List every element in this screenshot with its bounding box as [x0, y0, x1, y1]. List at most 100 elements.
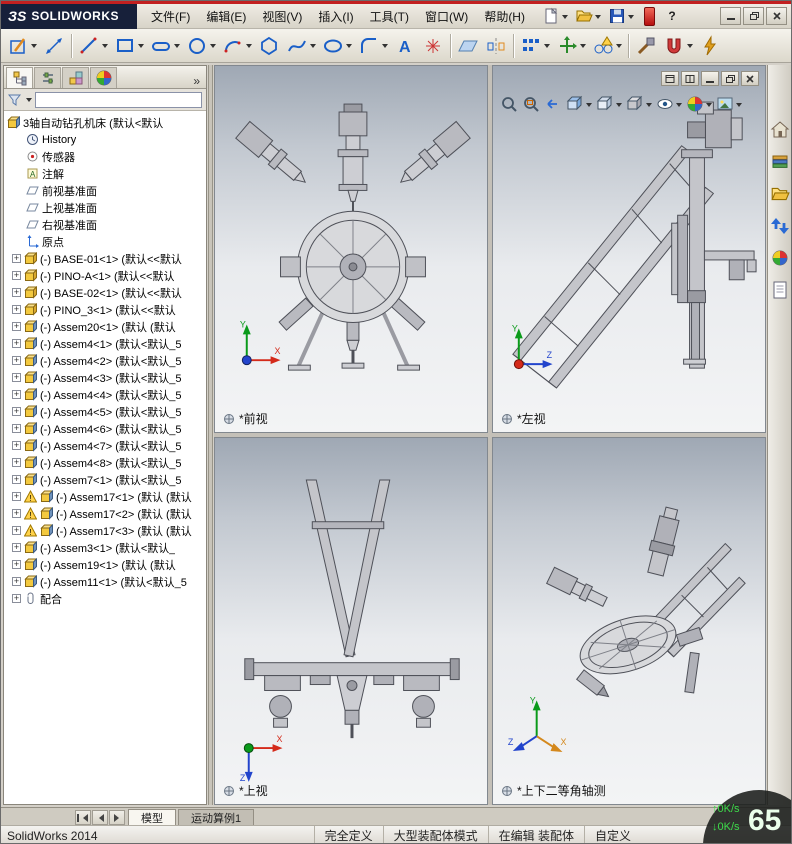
expand-toggle[interactable]: + — [12, 339, 21, 348]
viewport-isometric[interactable]: Y X Z *上下二等角轴测 — [492, 437, 766, 805]
display-delete-relations-button[interactable] — [589, 32, 625, 60]
split-view-button[interactable] — [681, 71, 699, 86]
panel-tab-ball[interactable] — [90, 67, 117, 88]
tree-item[interactable]: 前视基准面 — [7, 182, 206, 199]
tab-scroll-first-button[interactable] — [75, 810, 91, 825]
expand-toggle[interactable]: + — [12, 458, 21, 467]
circle-button[interactable] — [183, 32, 219, 60]
move-entities-button[interactable] — [553, 32, 589, 60]
sketch-text-button[interactable]: A — [391, 32, 419, 60]
expand-toggle[interactable]: + — [12, 441, 21, 450]
expand-toggle[interactable]: + — [12, 509, 21, 518]
save-document-button[interactable] — [605, 5, 637, 27]
tree-root-item[interactable]: 3轴自动钻孔机床 (默认<默认 — [7, 114, 206, 131]
expand-toggle[interactable]: + — [12, 577, 21, 586]
repair-sketch-button[interactable] — [632, 32, 660, 60]
new-window-button[interactable] — [661, 71, 679, 86]
quick-snaps-button[interactable] — [660, 32, 696, 60]
menu-item[interactable]: 工具(T) — [362, 4, 417, 29]
centerpoint-arc-button[interactable] — [219, 32, 255, 60]
viewport-front[interactable]: Y X *前视 — [214, 65, 488, 433]
tree-item[interactable]: 原点 — [7, 233, 206, 250]
doc-close-button[interactable] — [741, 71, 759, 86]
tree-item[interactable]: + (-) Assem4<2> (默认<默认_5 — [7, 352, 206, 369]
mirror-entities-button[interactable] — [482, 32, 510, 60]
tree-item[interactable]: +! (-) Assem17<3> (默认 (默认 — [7, 522, 206, 539]
expand-toggle[interactable]: + — [12, 492, 21, 501]
expand-toggle[interactable]: + — [12, 271, 21, 280]
display-style-button[interactable] — [625, 94, 653, 114]
filter-dropdown-icon[interactable] — [26, 98, 32, 105]
expand-toggle[interactable]: + — [12, 322, 21, 331]
viewport-splitter-horizontal[interactable] — [214, 433, 766, 437]
tree-item[interactable]: + (-) Assem11<1> (默认<默认_5 — [7, 573, 206, 590]
tree-item[interactable]: + (-) BASE-01<1> (默认<<默认 — [7, 250, 206, 267]
panel-tabs-overflow-button[interactable]: » — [187, 74, 206, 88]
expand-toggle[interactable]: + — [12, 305, 21, 314]
panel-tab-featmgr[interactable] — [6, 67, 33, 88]
doc-minimize-button[interactable] — [701, 71, 719, 86]
rapid-sketch-button[interactable] — [696, 32, 724, 60]
appearances-scenes-button[interactable] — [769, 247, 791, 269]
zoom-to-fit-button[interactable] — [499, 94, 519, 114]
doc-tab[interactable]: 模型 — [128, 809, 176, 825]
doc-tab[interactable]: 运动算例1 — [178, 809, 255, 825]
tree-item[interactable]: + (-) Assem4<6> (默认<默认_5 — [7, 420, 206, 437]
record-indicator[interactable] — [643, 6, 655, 26]
linear-sketch-pattern-button[interactable] — [517, 32, 553, 60]
tab-scroll-right-button[interactable] — [109, 810, 125, 825]
panel-tab-configmgr[interactable] — [62, 67, 89, 88]
menu-item[interactable]: 窗口(W) — [417, 4, 476, 29]
sketch-button[interactable] — [4, 32, 40, 60]
sketch-fillet-button[interactable] — [355, 32, 391, 60]
tree-item[interactable]: + (-) Assem4<5> (默认<默认_5 — [7, 403, 206, 420]
window-close-button[interactable] — [766, 7, 787, 25]
ellipse-button[interactable] — [319, 32, 355, 60]
menu-item[interactable]: 视图(V) — [254, 4, 310, 29]
expand-toggle[interactable]: + — [12, 288, 21, 297]
expand-toggle[interactable]: + — [12, 424, 21, 433]
panel-tab-propmgr[interactable] — [34, 67, 61, 88]
corner-rectangle-button[interactable] — [111, 32, 147, 60]
expand-toggle[interactable]: + — [12, 560, 21, 569]
tree-item[interactable]: +! (-) Assem17<2> (默认 (默认 — [7, 505, 206, 522]
tree-item[interactable]: + (-) Assem19<1> (默认 (默认 — [7, 556, 206, 573]
tree-item[interactable]: + (-) PINO_3<1> (默认<<默认 — [7, 301, 206, 318]
menu-item[interactable]: 帮助(H) — [476, 4, 533, 29]
tree-item[interactable]: + (-) Assem4<4> (默认<默认_5 — [7, 386, 206, 403]
viewport-left[interactable]: Y Z *左视 — [492, 65, 766, 433]
tree-item[interactable]: 传感器 — [7, 148, 206, 165]
expand-toggle[interactable]: + — [12, 526, 21, 535]
tree-item[interactable]: + (-) BASE-02<1> (默认<<默认 — [7, 284, 206, 301]
expand-toggle[interactable]: + — [12, 543, 21, 552]
filter-input[interactable] — [35, 91, 202, 108]
hide-show-items-button[interactable] — [655, 94, 683, 114]
polygon-button[interactable] — [255, 32, 283, 60]
viewport-top[interactable]: X Z *上视 — [214, 437, 488, 805]
tree-item[interactable]: + (-) Assem4<8> (默认<默认_5 — [7, 454, 206, 471]
design-library-button[interactable] — [769, 151, 791, 173]
section-view-button[interactable] — [565, 94, 593, 114]
solidworks-resources-button[interactable] — [769, 119, 791, 141]
edit-appearance-button[interactable] — [685, 94, 713, 114]
view-palette-button[interactable] — [769, 215, 791, 237]
zoom-to-area-button[interactable] — [521, 94, 541, 114]
menu-item[interactable]: 编辑(E) — [198, 4, 254, 29]
window-restore-button[interactable] — [743, 7, 764, 25]
expand-toggle[interactable]: + — [12, 390, 21, 399]
tree-item[interactable]: 右视基准面 — [7, 216, 206, 233]
expand-toggle[interactable]: + — [12, 594, 21, 603]
custom-properties-button[interactable] — [769, 279, 791, 301]
tree-item[interactable]: 上视基准面 — [7, 199, 206, 216]
expand-toggle[interactable]: + — [12, 373, 21, 382]
open-document-button[interactable] — [572, 5, 604, 27]
apply-scene-button[interactable] — [715, 94, 743, 114]
tree-item[interactable]: + (-) Assem7<1> (默认<默认_5 — [7, 471, 206, 488]
expand-toggle[interactable]: + — [12, 356, 21, 365]
new-document-button[interactable] — [539, 5, 571, 27]
spline-button[interactable] — [283, 32, 319, 60]
tree-item[interactable]: + (-) Assem4<3> (默认<默认_5 — [7, 369, 206, 386]
previous-view-button[interactable] — [543, 94, 563, 114]
window-minimize-button[interactable] — [720, 7, 741, 25]
smart-dimension-button[interactable] — [40, 32, 68, 60]
